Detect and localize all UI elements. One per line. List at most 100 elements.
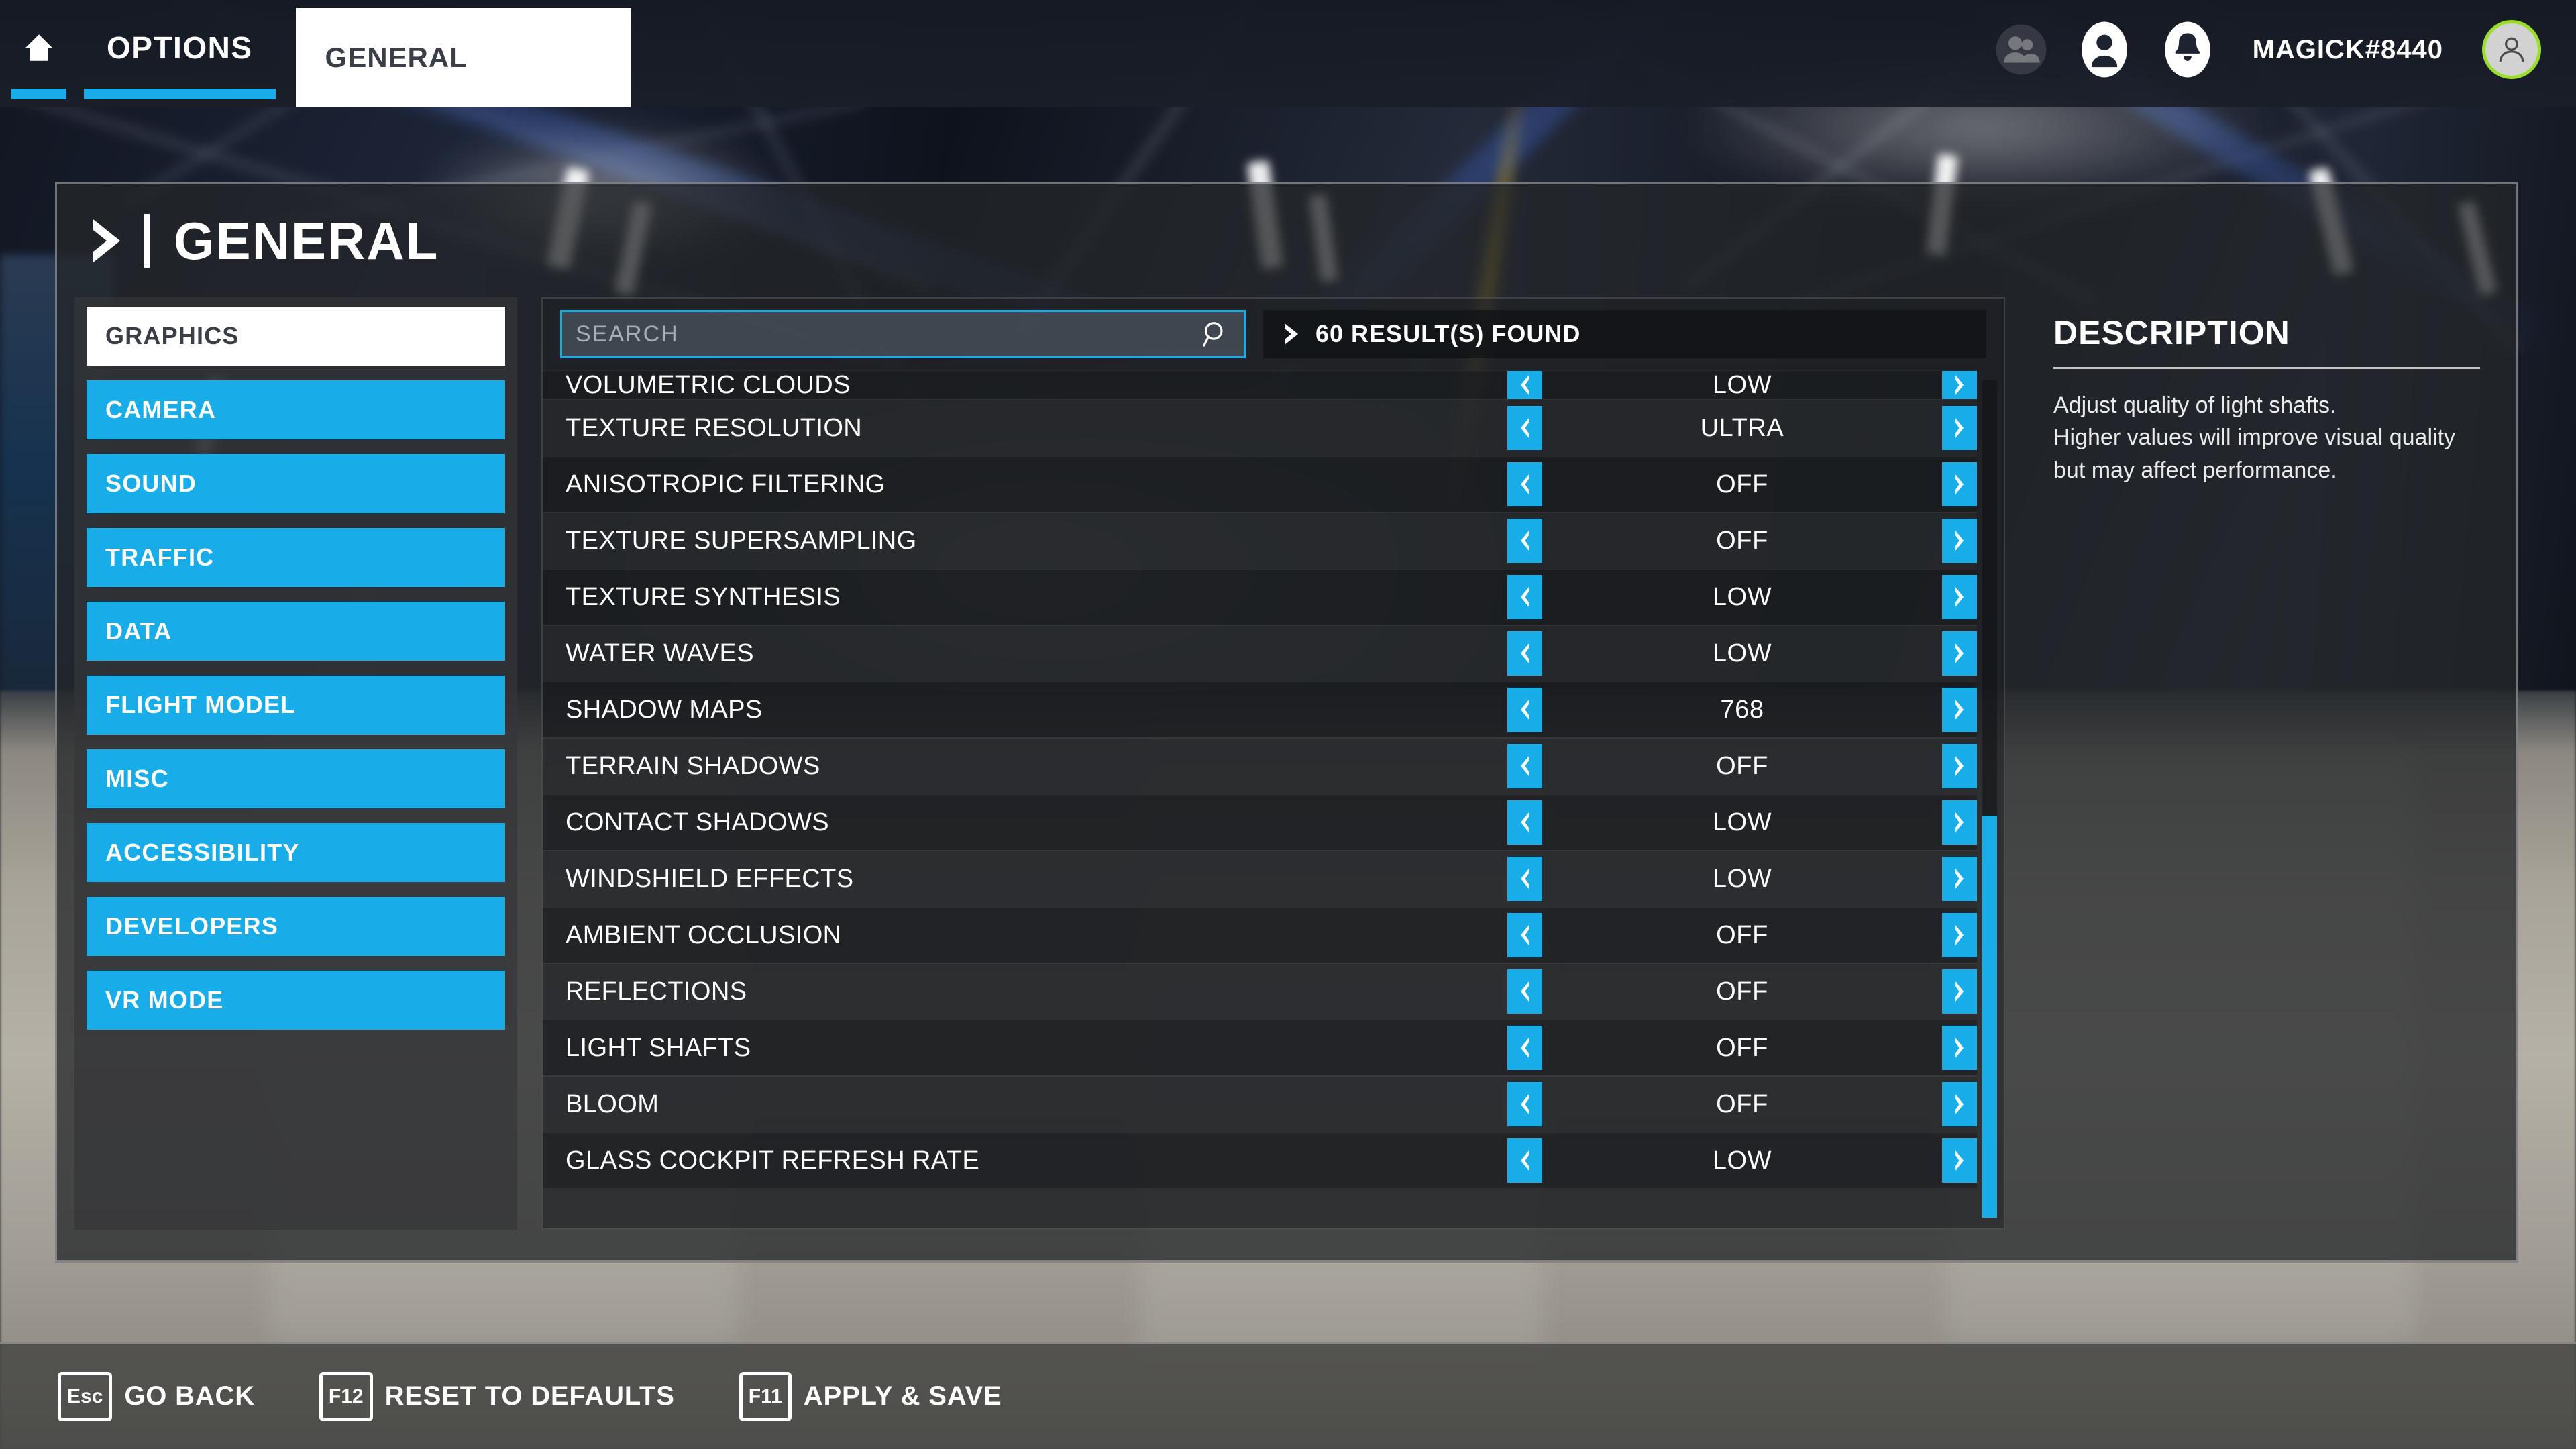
setting-next-button[interactable] [1942, 519, 1977, 563]
sidebar-item-label: DATA [105, 617, 172, 645]
setting-prev-button[interactable] [1507, 1138, 1542, 1183]
setting-next-button[interactable] [1942, 1138, 1977, 1183]
setting-next-button[interactable] [1942, 969, 1977, 1014]
sidebar-item-traffic[interactable]: TRAFFIC [87, 528, 505, 587]
setting-next-button[interactable] [1942, 462, 1977, 506]
setting-prev-button[interactable] [1507, 913, 1542, 957]
sidebar-item-graphics[interactable]: GRAPHICS [87, 307, 505, 366]
chevron-left-icon [1521, 812, 1529, 833]
setting-name: SHADOW MAPS [566, 695, 763, 724]
keycap: Esc [58, 1371, 113, 1421]
title-divider [144, 214, 150, 268]
search-row: SEARCH 60 RESULT(S) FOUND [543, 299, 2004, 370]
home-underline [11, 89, 66, 99]
friends-button[interactable] [1995, 23, 2047, 76]
footer-action-reset-to-defaults[interactable]: F12 RESET TO DEFAULTS [319, 1371, 675, 1421]
setting-value: OFF [1716, 1033, 1768, 1062]
search-input[interactable]: SEARCH [560, 310, 1246, 358]
nav-item-options[interactable]: OPTIONS [77, 0, 282, 107]
setting-stepper: OFF [1507, 913, 1977, 957]
scrollbar-track[interactable] [1982, 380, 1997, 1218]
setting-row: ANISOTROPIC FILTERING OFF [543, 455, 1977, 512]
setting-next-button[interactable] [1942, 1082, 1977, 1126]
people-icon [1996, 24, 2046, 75]
setting-next-button[interactable] [1942, 1026, 1977, 1070]
setting-value: OFF [1716, 751, 1768, 780]
sidebar-item-label: VR MODE [105, 986, 224, 1014]
setting-prev-button[interactable] [1507, 744, 1542, 788]
chevron-right-icon [1955, 418, 1964, 438]
search-icon[interactable] [1201, 319, 1230, 349]
setting-name: GLASS COCKPIT REFRESH RATE [566, 1146, 980, 1175]
chevron-left-icon [1521, 981, 1529, 1002]
keycap-label: Esc [67, 1385, 103, 1407]
footer-action-go-back[interactable]: Esc GO BACK [58, 1371, 255, 1421]
home-button[interactable] [0, 0, 77, 107]
setting-row: CONTACT SHADOWS LOW [543, 794, 1977, 850]
sidebar-item-vr-mode[interactable]: VR MODE [87, 971, 505, 1030]
setting-prev-button[interactable] [1507, 1082, 1542, 1126]
setting-stepper: OFF [1507, 744, 1977, 788]
setting-name: TEXTURE SYNTHESIS [566, 582, 841, 611]
sidebar-item-data[interactable]: DATA [87, 602, 505, 661]
setting-prev-button[interactable] [1507, 969, 1542, 1014]
options-underline [84, 89, 276, 99]
avatar[interactable] [2482, 20, 2541, 79]
sidebar-item-camera[interactable]: CAMERA [87, 380, 505, 439]
setting-prev-button[interactable] [1507, 462, 1542, 506]
sidebar-item-developers[interactable]: DEVELOPERS [87, 897, 505, 956]
tab-general[interactable]: GENERAL [295, 8, 631, 107]
setting-next-button[interactable] [1942, 744, 1977, 788]
setting-name: WINDSHIELD EFFECTS [566, 864, 854, 893]
setting-stepper: LOW [1507, 857, 1977, 901]
setting-next-button[interactable] [1942, 575, 1977, 619]
setting-stepper: ULTRA [1507, 406, 1977, 450]
notifications-button[interactable] [2161, 21, 2214, 78]
setting-prev-button[interactable] [1507, 575, 1542, 619]
setting-value: LOW [1712, 1146, 1772, 1175]
sidebar-item-accessibility[interactable]: ACCESSIBILITY [87, 823, 505, 882]
sidebar-item-sound[interactable]: SOUND [87, 454, 505, 513]
setting-name: CONTACT SHADOWS [566, 808, 830, 837]
setting-value: 768 [1720, 695, 1764, 724]
setting-next-button[interactable] [1942, 688, 1977, 732]
sidebar-item-flight-model[interactable]: FLIGHT MODEL [87, 676, 505, 735]
chevron-right-icon [1955, 587, 1964, 607]
setting-next-button[interactable] [1942, 631, 1977, 676]
setting-next-button[interactable] [1942, 800, 1977, 845]
setting-next-button[interactable] [1942, 371, 1977, 399]
footer-action-label: APPLY & SAVE [803, 1381, 1002, 1411]
setting-name: VOLUMETRIC CLOUDS [566, 370, 851, 399]
chevron-left-icon [1521, 756, 1529, 776]
chevron-right-icon [1955, 474, 1964, 494]
keycap: F12 [319, 1371, 373, 1421]
setting-stepper: LOW [1507, 371, 1977, 399]
chevron-right-icon [1955, 925, 1964, 945]
chevron-right-icon [1955, 531, 1964, 551]
setting-row: TEXTURE SUPERSAMPLING OFF [543, 512, 1977, 568]
setting-prev-button[interactable] [1507, 371, 1542, 399]
setting-next-button[interactable] [1942, 857, 1977, 901]
setting-next-button[interactable] [1942, 913, 1977, 957]
chevron-left-icon [1521, 531, 1529, 551]
keycap-label: F11 [748, 1385, 782, 1407]
setting-prev-button[interactable] [1507, 519, 1542, 563]
setting-next-button[interactable] [1942, 406, 1977, 450]
footer-action-apply-save[interactable]: F11 APPLY & SAVE [739, 1371, 1002, 1421]
scrollbar-thumb[interactable] [1982, 815, 1997, 1218]
setting-name: BLOOM [566, 1089, 659, 1118]
top-navigation-bar: OPTIONS GENERAL MAGICK#8440 [0, 0, 2576, 107]
setting-prev-button[interactable] [1507, 631, 1542, 676]
setting-prev-button[interactable] [1507, 688, 1542, 732]
chevron-left-icon [1521, 643, 1529, 663]
setting-prev-button[interactable] [1507, 800, 1542, 845]
sidebar-item-misc[interactable]: MISC [87, 749, 505, 808]
chevron-left-icon [1521, 1094, 1529, 1114]
setting-stepper: OFF [1507, 462, 1977, 506]
setting-value: LOW [1712, 582, 1772, 611]
setting-prev-button[interactable] [1507, 857, 1542, 901]
setting-stepper: OFF [1507, 969, 1977, 1014]
setting-prev-button[interactable] [1507, 406, 1542, 450]
setting-prev-button[interactable] [1507, 1026, 1542, 1070]
profile-button[interactable] [2078, 21, 2131, 78]
